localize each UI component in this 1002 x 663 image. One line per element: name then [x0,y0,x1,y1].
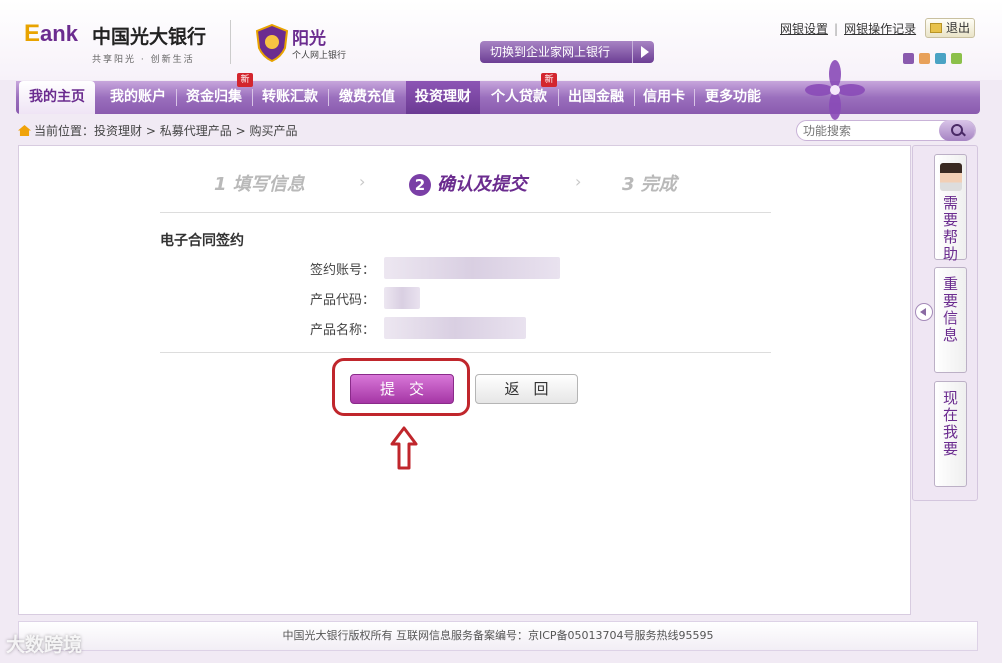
theme-swatch-blue[interactable] [935,53,946,64]
link-operation-records[interactable]: 网银操作记录 [844,22,916,36]
step-number-badge: 2 [409,174,431,196]
link-separator: | [834,22,839,36]
important-info-button[interactable]: 重要信息 [934,267,967,373]
function-search [796,120,976,141]
new-badge: 新 [541,73,557,87]
sun-subtitle: 个人网上银行 [292,51,347,61]
account-value-redacted [384,257,560,279]
step-confirm-submit: 2 确认及提交 [409,170,527,196]
breadcrumb-item-private-fund[interactable]: 私募代理产品 [160,124,232,138]
step-current-label: 确认及提交 [437,174,527,195]
logout-label: 退出 [946,21,971,35]
nav-item-credit-card[interactable]: 信用卡 [636,81,692,114]
link-ebank-settings[interactable]: 网银设置 [780,22,828,36]
theme-swatch-purple[interactable] [903,53,914,64]
important-info-label: 重要信息 [942,275,958,344]
nav-item-transfer[interactable]: 转账汇款 [254,81,326,114]
sun-brand: 阳光 [292,29,326,49]
footer: 中国光大银行版权所有 互联网信息服务备案编号：京ICP备05013704号服务热… [18,621,978,651]
bank-slogan: 共享阳光 · 创新生活 [92,55,195,65]
product-code-redacted [384,287,420,309]
new-badge: 新 [237,73,253,87]
logout-icon [930,23,942,33]
switch-enterprise-button[interactable]: 切换到企业家网上银行 [480,41,654,63]
bank-name: 中国光大银行 [92,26,207,48]
breadcrumb: 当前位置：投资理财 > 私募代理产品 > 购买产品 [18,122,298,139]
shield-badge-icon [255,24,289,62]
step-complete: 3 完成 [622,174,677,195]
submit-button[interactable]: 提交 [350,374,454,404]
want-now-button[interactable]: 现在我要 [934,381,967,487]
watermark: 大数跨境 [6,634,83,656]
need-help-label: 需要帮助 [942,194,958,263]
logout-button[interactable]: 退出 [925,18,975,38]
divider [160,352,771,353]
breadcrumb-separator: > [235,124,246,138]
need-help-button[interactable]: 需要帮助 [934,154,967,263]
breadcrumb-prefix: 当前位置： [34,124,95,138]
nav-item-overseas[interactable]: 出国金融 [560,81,632,114]
theme-swatch-green[interactable] [951,53,962,64]
up-arrow-annotation-icon [390,426,418,470]
collapse-arrow-icon[interactable] [915,303,933,321]
product-name-redacted [384,317,526,339]
breadcrumb-separator: > [145,124,156,138]
main-panel: 1 填写信息 › 2 确认及提交 › 3 完成 电子合同签约 签约账号： 产品代码… [18,145,911,615]
back-button[interactable]: 返回 [475,374,578,404]
nav-item-home[interactable]: 我的主页 [19,81,95,114]
nav-item-accounts[interactable]: 我的账户 [102,81,174,114]
breadcrumb-item-investment[interactable]: 投资理财 [94,124,142,138]
nav-item-more[interactable]: 更多功能 [696,81,770,114]
logo-divider [230,20,231,64]
breadcrumb-item-buy: 购买产品 [249,124,298,138]
search-icon[interactable] [939,120,975,141]
right-sidebar: 需要帮助 重要信息 现在我要 [912,145,978,501]
top-links: 网银设置 | 网银操作记录 [780,20,916,37]
want-now-label: 现在我要 [942,389,958,458]
logo-ank: ank [40,21,78,46]
theme-swatch-orange[interactable] [919,53,930,64]
step-chevron-icon: › [575,172,582,191]
field-label-product-name: 产品名称： [310,323,376,338]
progress-steps: 1 填写信息 › 2 确认及提交 › 3 完成 [19,170,912,200]
field-label-account: 签约账号： [310,263,376,278]
divider [160,212,771,213]
agent-avatar [939,163,962,191]
step-chevron-icon: › [359,172,366,191]
ebank-logo: Eank 中国光大银行 共享阳光 · 创新生活 [24,20,206,65]
field-label-product-code: 产品代码： [310,293,376,308]
nav-item-investment[interactable]: 投资理财 [406,81,480,114]
flower-logo-icon [805,60,865,120]
step-fill-info: 1 填写信息 [214,174,305,195]
play-arrow-icon [632,41,654,63]
theme-color-picker [903,53,967,67]
nav-item-payments[interactable]: 缴费充值 [330,81,404,114]
switch-label: 切换到企业家网上银行 [490,45,611,59]
home-icon [18,125,31,136]
section-title: 电子合同签约 [160,233,244,249]
logo-e: E [24,20,41,47]
search-input[interactable] [803,121,943,140]
